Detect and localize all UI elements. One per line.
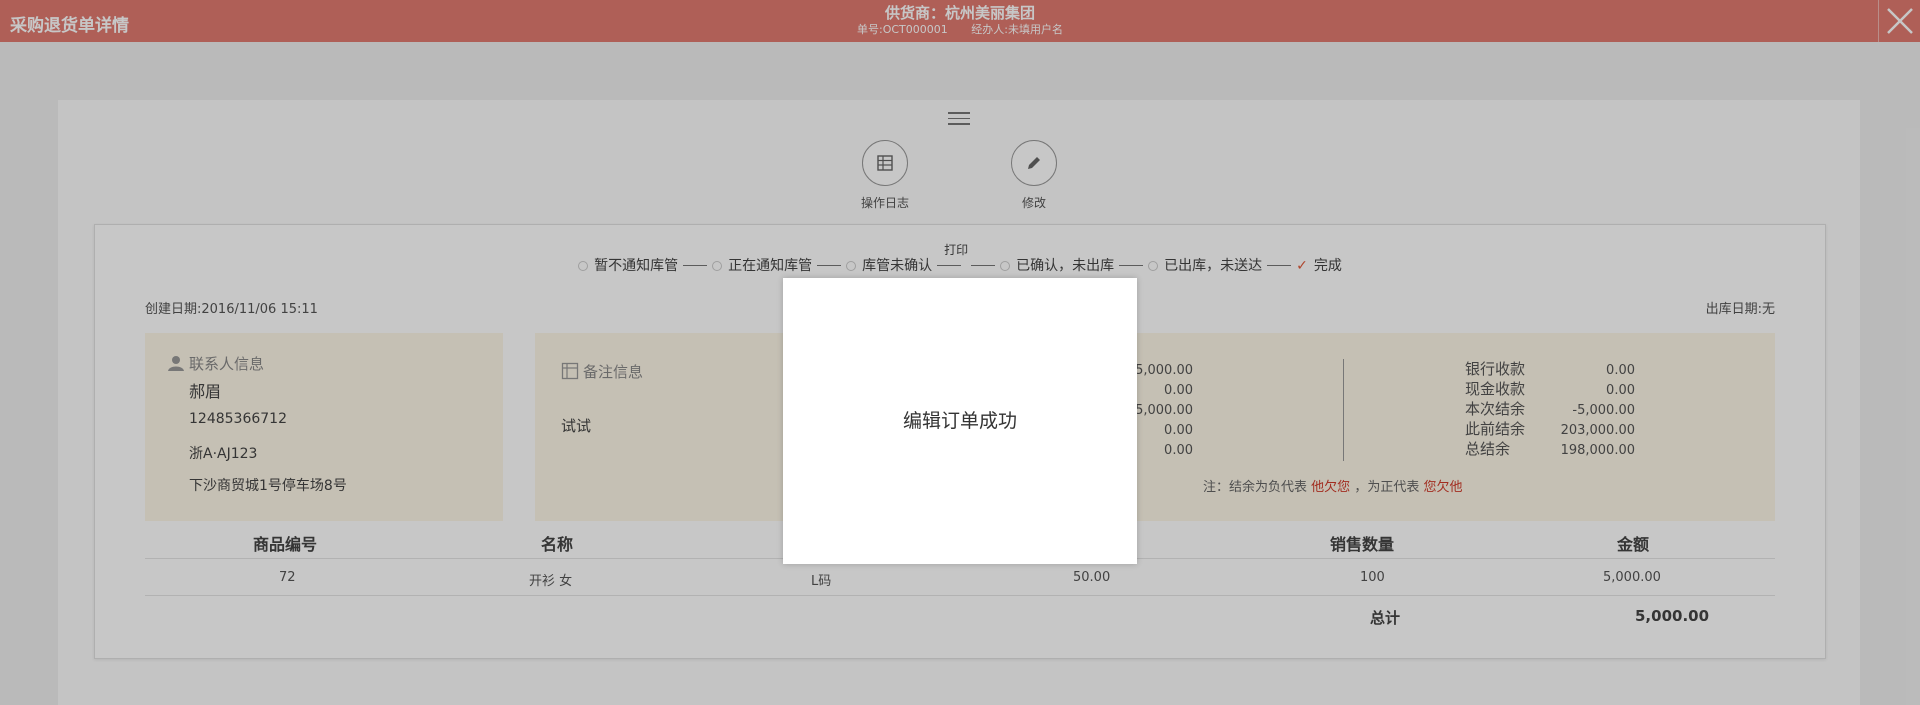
success-message: 编辑订单成功 [902,410,1017,432]
success-dialog[interactable]: 编辑订单成功 [783,278,1137,564]
